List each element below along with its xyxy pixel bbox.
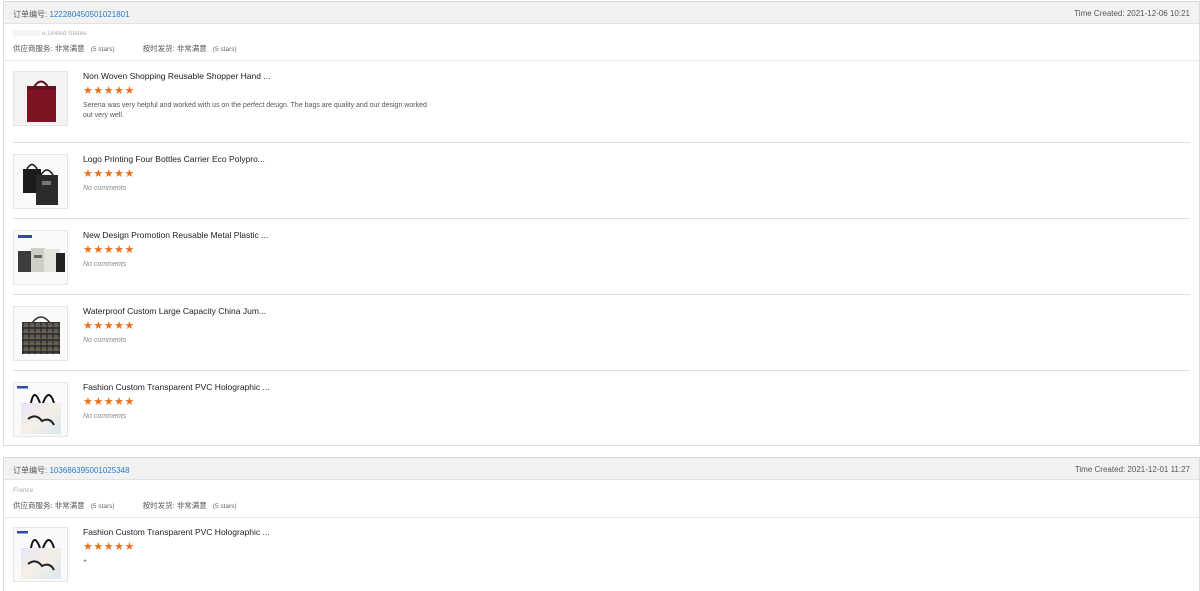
product-thumbnail-holo-bag[interactable] — [13, 527, 68, 582]
order-card: 订单编号: 122280450501021801 Time Created: 2… — [3, 1, 1200, 446]
order-number-row: 订单编号: 122280450501021801 — [13, 9, 130, 20]
review-item: Waterproof Custom Large Capacity China J… — [13, 306, 1190, 362]
supplier-service-value: 非常满意 — [54, 501, 85, 510]
masked-buyer-name — [13, 30, 41, 37]
order-number-label: 订单编号: — [13, 10, 48, 19]
order-ratings: 供应商服务: 非常满意 (5 stars) 按时发货: 非常满意 (5 stars) — [13, 500, 263, 511]
order-number-label: 订单编号: — [13, 466, 48, 475]
order-header: 订单编号: 122280450501021801 Time Created: 2… — [4, 2, 1199, 24]
divider — [4, 517, 1199, 518]
review-comment: No comments — [83, 413, 127, 420]
star-rating: ★★★★★ — [83, 85, 135, 97]
product-thumbnail-holo-bag[interactable] — [13, 382, 68, 437]
review-item: Fashion Custom Transparent PVC Holograph… — [13, 527, 1190, 583]
star-rating: ★★★★★ — [83, 320, 135, 332]
star-rating: ★★★★★ — [83, 541, 135, 553]
order-number-link[interactable]: 122280450501021801 — [49, 10, 129, 19]
supplier-service-stars: (5 stars) — [90, 46, 115, 53]
supplier-service-stars: (5 stars) — [90, 503, 115, 510]
product-thumbnail-black-bags[interactable] — [13, 154, 68, 209]
order-header: 订单编号: 103686395001025348 Time Created: 2… — [4, 458, 1199, 480]
item-divider — [13, 370, 1190, 371]
buyer-country: France — [13, 487, 34, 494]
item-divider — [13, 218, 1190, 219]
product-title-link[interactable]: Logo Printing Four Bottles Carrier Eco P… — [83, 154, 265, 164]
review-comment: Serena was very helpful and worked with … — [83, 102, 427, 119]
review-comment: No comments — [83, 185, 127, 192]
supplier-service-value: 非常满意 — [54, 44, 85, 53]
item-divider — [13, 294, 1190, 295]
product-title-link[interactable]: New Design Promotion Reusable Metal Plas… — [83, 230, 268, 240]
product-title-link[interactable]: Waterproof Custom Large Capacity China J… — [83, 306, 266, 316]
order-card: 订单编号: 103686395001025348 Time Created: 2… — [3, 457, 1200, 591]
star-rating: ★★★★★ — [83, 244, 135, 256]
on-time-stars: (5 stars) — [212, 46, 237, 53]
holo-bag-image — [14, 528, 67, 581]
black-bags-image — [14, 155, 67, 208]
star-rating: ★★★★★ — [83, 396, 135, 408]
review-item: Fashion Custom Transparent PVC Holograph… — [13, 382, 1190, 438]
on-time-value: 非常满意 — [176, 44, 207, 53]
buyer-location: France — [13, 487, 33, 494]
product-thumbnail-plaid-bag[interactable] — [13, 306, 68, 361]
buyer-country: e,United States — [42, 30, 87, 37]
review-comment: No comments — [83, 337, 127, 344]
review-item: Non Woven Shopping Reusable Shopper Hand… — [13, 71, 1190, 131]
divider — [4, 60, 1199, 61]
product-thumbnail-metal-bags[interactable] — [13, 230, 68, 285]
review-item: Logo Printing Four Bottles Carrier Eco P… — [13, 154, 1190, 210]
holo-bag-image — [14, 383, 67, 436]
supplier-service-label: 供应商服务: — [13, 44, 53, 53]
order-ratings: 供应商服务: 非常满意 (5 stars) 按时发货: 非常满意 (5 stars) — [13, 43, 263, 54]
star-rating: ★★★★★ — [83, 168, 135, 180]
supplier-service-label: 供应商服务: — [13, 501, 53, 510]
metal-bags-image — [14, 231, 67, 284]
product-thumbnail-red-bag[interactable] — [13, 71, 68, 126]
order-number-row: 订单编号: 103686395001025348 — [13, 465, 130, 476]
product-title-link[interactable]: Fashion Custom Transparent PVC Holograph… — [83, 527, 270, 537]
product-title-link[interactable]: Non Woven Shopping Reusable Shopper Hand… — [83, 71, 270, 81]
time-created: Time Created: 2021-12-06 10:21 — [1074, 9, 1190, 18]
review-comment: No comments — [83, 261, 127, 268]
red-bag-image — [14, 72, 67, 125]
on-time-label: 按时发货: — [142, 44, 175, 53]
on-time-label: 按时发货: — [142, 501, 175, 510]
product-title-link[interactable]: Fashion Custom Transparent PVC Holograph… — [83, 382, 270, 392]
time-created: Time Created: 2021-12-01 11:27 — [1074, 465, 1190, 474]
review-item: New Design Promotion Reusable Metal Plas… — [13, 230, 1190, 286]
buyer-location: e,United States — [13, 30, 86, 37]
on-time-value: 非常满意 — [176, 501, 207, 510]
plaid-bag-image — [14, 307, 67, 360]
item-divider — [13, 142, 1190, 143]
on-time-stars: (5 stars) — [212, 503, 237, 510]
order-number-link[interactable]: 103686395001025348 — [49, 466, 129, 475]
review-comment: + — [83, 558, 88, 565]
